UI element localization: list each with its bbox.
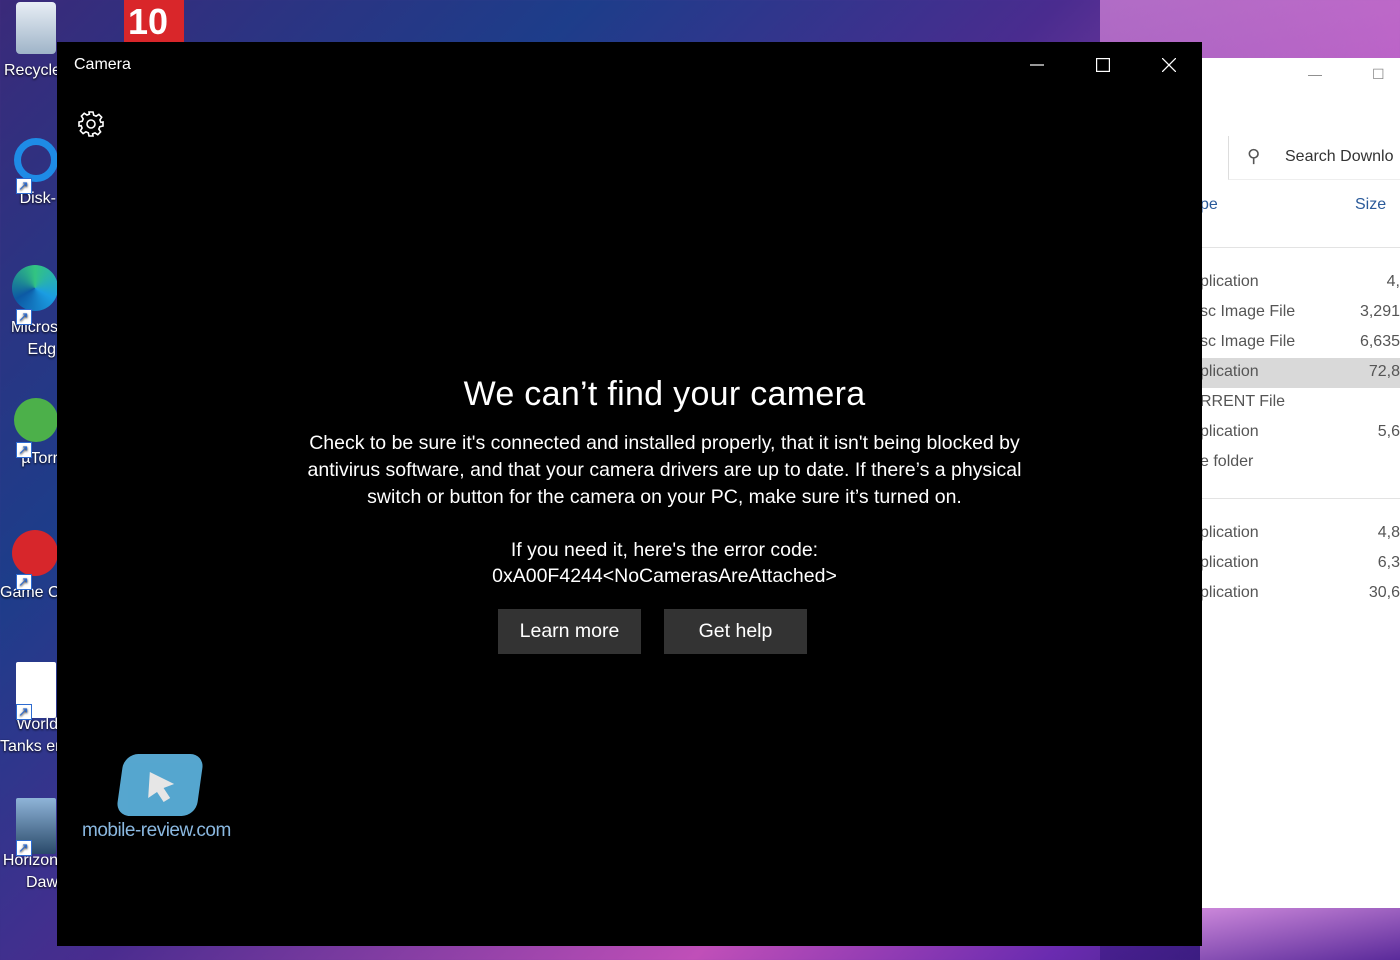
error-body: Check to be sure it's connected and inst… [307, 432, 1022, 508]
minimize-button[interactable] [1004, 42, 1070, 88]
search-icon: ⚲ [1247, 146, 1261, 166]
shortcut-arrow-icon [16, 306, 32, 328]
game-center-icon [12, 530, 58, 576]
error-code: 0xA00F4244<NoCamerasAreAttached> [492, 565, 837, 587]
close-icon [1162, 58, 1176, 72]
close-button[interactable] [1136, 42, 1202, 88]
learn-more-button[interactable]: Learn more [498, 609, 641, 654]
column-header-type[interactable]: pe [1200, 196, 1218, 214]
desktop-icon-world-of-tanks[interactable]: World Tanks en [0, 662, 60, 758]
column-header-size[interactable]: Size [1355, 196, 1386, 214]
desktop-icon-utorrent[interactable]: µTorr [0, 398, 60, 470]
explorer-maximize-icon[interactable]: ☐ [1372, 66, 1385, 83]
window-title: Camera [74, 56, 131, 73]
title-bar[interactable]: Camera [57, 42, 1202, 88]
recycle-bin-icon [16, 2, 56, 54]
error-code-label: If you need it, here's the error code: [510, 539, 819, 561]
error-message: We can’t find your camera Check to be su… [57, 372, 1272, 589]
watermark-logo-icon [115, 754, 205, 816]
divider [1200, 247, 1400, 248]
file-row[interactable]: plication 4, [1200, 268, 1400, 298]
edge-icon [12, 265, 58, 311]
watermark: mobile-review.com [82, 752, 232, 847]
maximize-button[interactable] [1070, 42, 1136, 88]
minimize-icon [1030, 64, 1044, 66]
shortcut-arrow-icon [16, 175, 32, 197]
shortcut-arrow-icon [16, 571, 32, 593]
desktop-icon-horizon[interactable]: Horizon Daw [0, 798, 60, 894]
desktop-icon-edge[interactable]: Micros Edg [0, 265, 60, 361]
action-buttons: Learn more Get help [498, 609, 808, 654]
desktop-icon-disk[interactable]: Disk- [0, 138, 60, 210]
maximize-icon [1096, 58, 1110, 72]
gear-icon [78, 111, 104, 137]
shortcut-arrow-icon [16, 439, 32, 461]
app-tile-icon[interactable]: 10 [124, 0, 184, 42]
error-title: We can’t find your camera [463, 375, 866, 413]
settings-button[interactable] [75, 108, 107, 140]
explorer-search-box[interactable]: ⚲ Search Downlo [1228, 136, 1400, 180]
desktop-icon-game-center[interactable]: Game C [0, 530, 60, 604]
file-row[interactable]: sc Image File 3,291 [1200, 298, 1400, 328]
shortcut-arrow-icon [16, 701, 32, 723]
desktop-icon-recycle-bin[interactable]: Recycle [0, 2, 60, 82]
get-help-button[interactable]: Get help [664, 609, 807, 654]
shortcut-arrow-icon [16, 837, 32, 859]
file-row[interactable]: sc Image File 6,635 [1200, 328, 1400, 358]
arrow-icon [148, 772, 175, 802]
wallpaper-floor [1200, 900, 1400, 960]
explorer-minimize-icon[interactable]: — [1308, 66, 1322, 82]
utorrent-icon [14, 398, 58, 442]
